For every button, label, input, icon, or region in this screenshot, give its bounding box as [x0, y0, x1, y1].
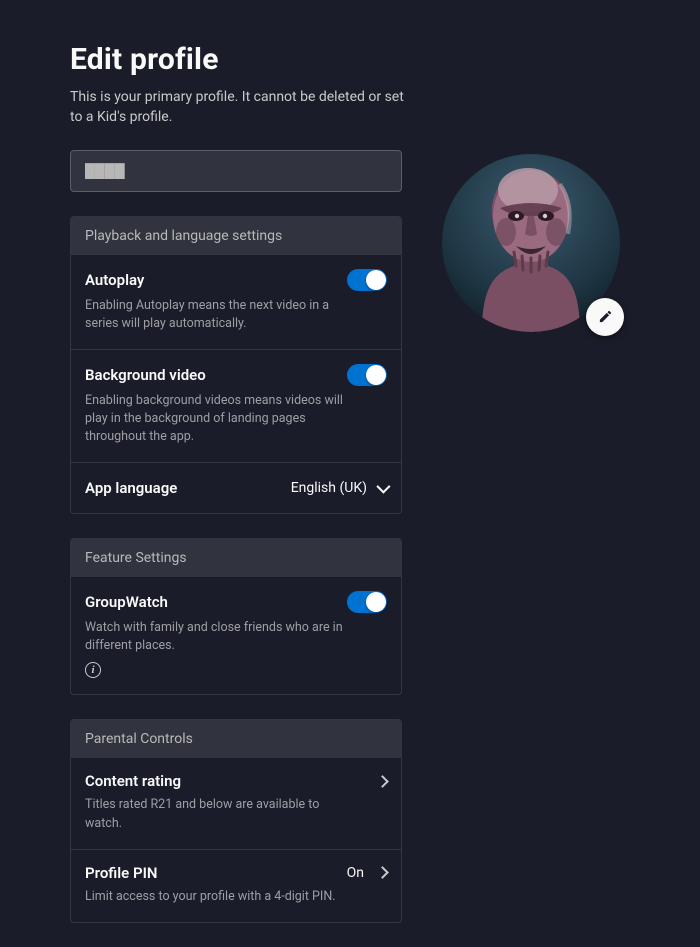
- feature-settings-card: Feature Settings GroupWatch Watch with f…: [70, 538, 402, 695]
- profile-pin-value: On: [347, 865, 364, 881]
- autoplay-toggle[interactable]: [347, 269, 387, 291]
- edit-avatar-button[interactable]: [586, 298, 624, 336]
- app-language-value: English (UK): [291, 480, 367, 496]
- profile-pin-label: Profile PIN: [85, 864, 158, 882]
- autoplay-row: Autoplay Enabling Autoplay means the nex…: [71, 255, 401, 349]
- profile-pin-desc: Limit access to your profile with a 4-di…: [85, 888, 355, 906]
- background-video-row: Background video Enabling background vid…: [71, 349, 401, 462]
- background-video-toggle[interactable]: [347, 364, 387, 386]
- profile-pin-row[interactable]: Profile PIN On Limit access to your prof…: [71, 849, 401, 922]
- playback-settings-card: Playback and language settings Autoplay …: [70, 216, 402, 515]
- parental-header: Parental Controls: [71, 720, 401, 758]
- background-video-desc: Enabling background videos means videos …: [85, 392, 355, 446]
- autoplay-desc: Enabling Autoplay means the next video i…: [85, 297, 355, 333]
- feature-header: Feature Settings: [71, 539, 401, 577]
- groupwatch-desc: Watch with family and close friends who …: [85, 619, 355, 655]
- chevron-down-icon: [376, 480, 390, 494]
- autoplay-label: Autoplay: [85, 271, 144, 289]
- playback-header: Playback and language settings: [71, 217, 401, 255]
- app-language-label: App language: [85, 479, 177, 497]
- profile-name-input[interactable]: [70, 150, 402, 192]
- chevron-right-icon: [376, 775, 389, 788]
- page-title: Edit profile: [70, 42, 630, 77]
- content-rating-label: Content rating: [85, 772, 181, 790]
- chevron-right-icon: [376, 866, 389, 879]
- app-language-row[interactable]: App language English (UK): [71, 462, 401, 513]
- info-icon[interactable]: i: [85, 662, 101, 678]
- groupwatch-label: GroupWatch: [85, 593, 168, 611]
- content-rating-row[interactable]: Content rating Titles rated R21 and belo…: [71, 758, 401, 848]
- groupwatch-row: GroupWatch Watch with family and close f…: [71, 577, 401, 694]
- background-video-label: Background video: [85, 366, 206, 384]
- page-subtitle: This is your primary profile. It cannot …: [70, 87, 410, 128]
- pencil-icon: [598, 309, 613, 324]
- parental-controls-card: Parental Controls Content rating Titles …: [70, 719, 402, 922]
- groupwatch-toggle[interactable]: [347, 591, 387, 613]
